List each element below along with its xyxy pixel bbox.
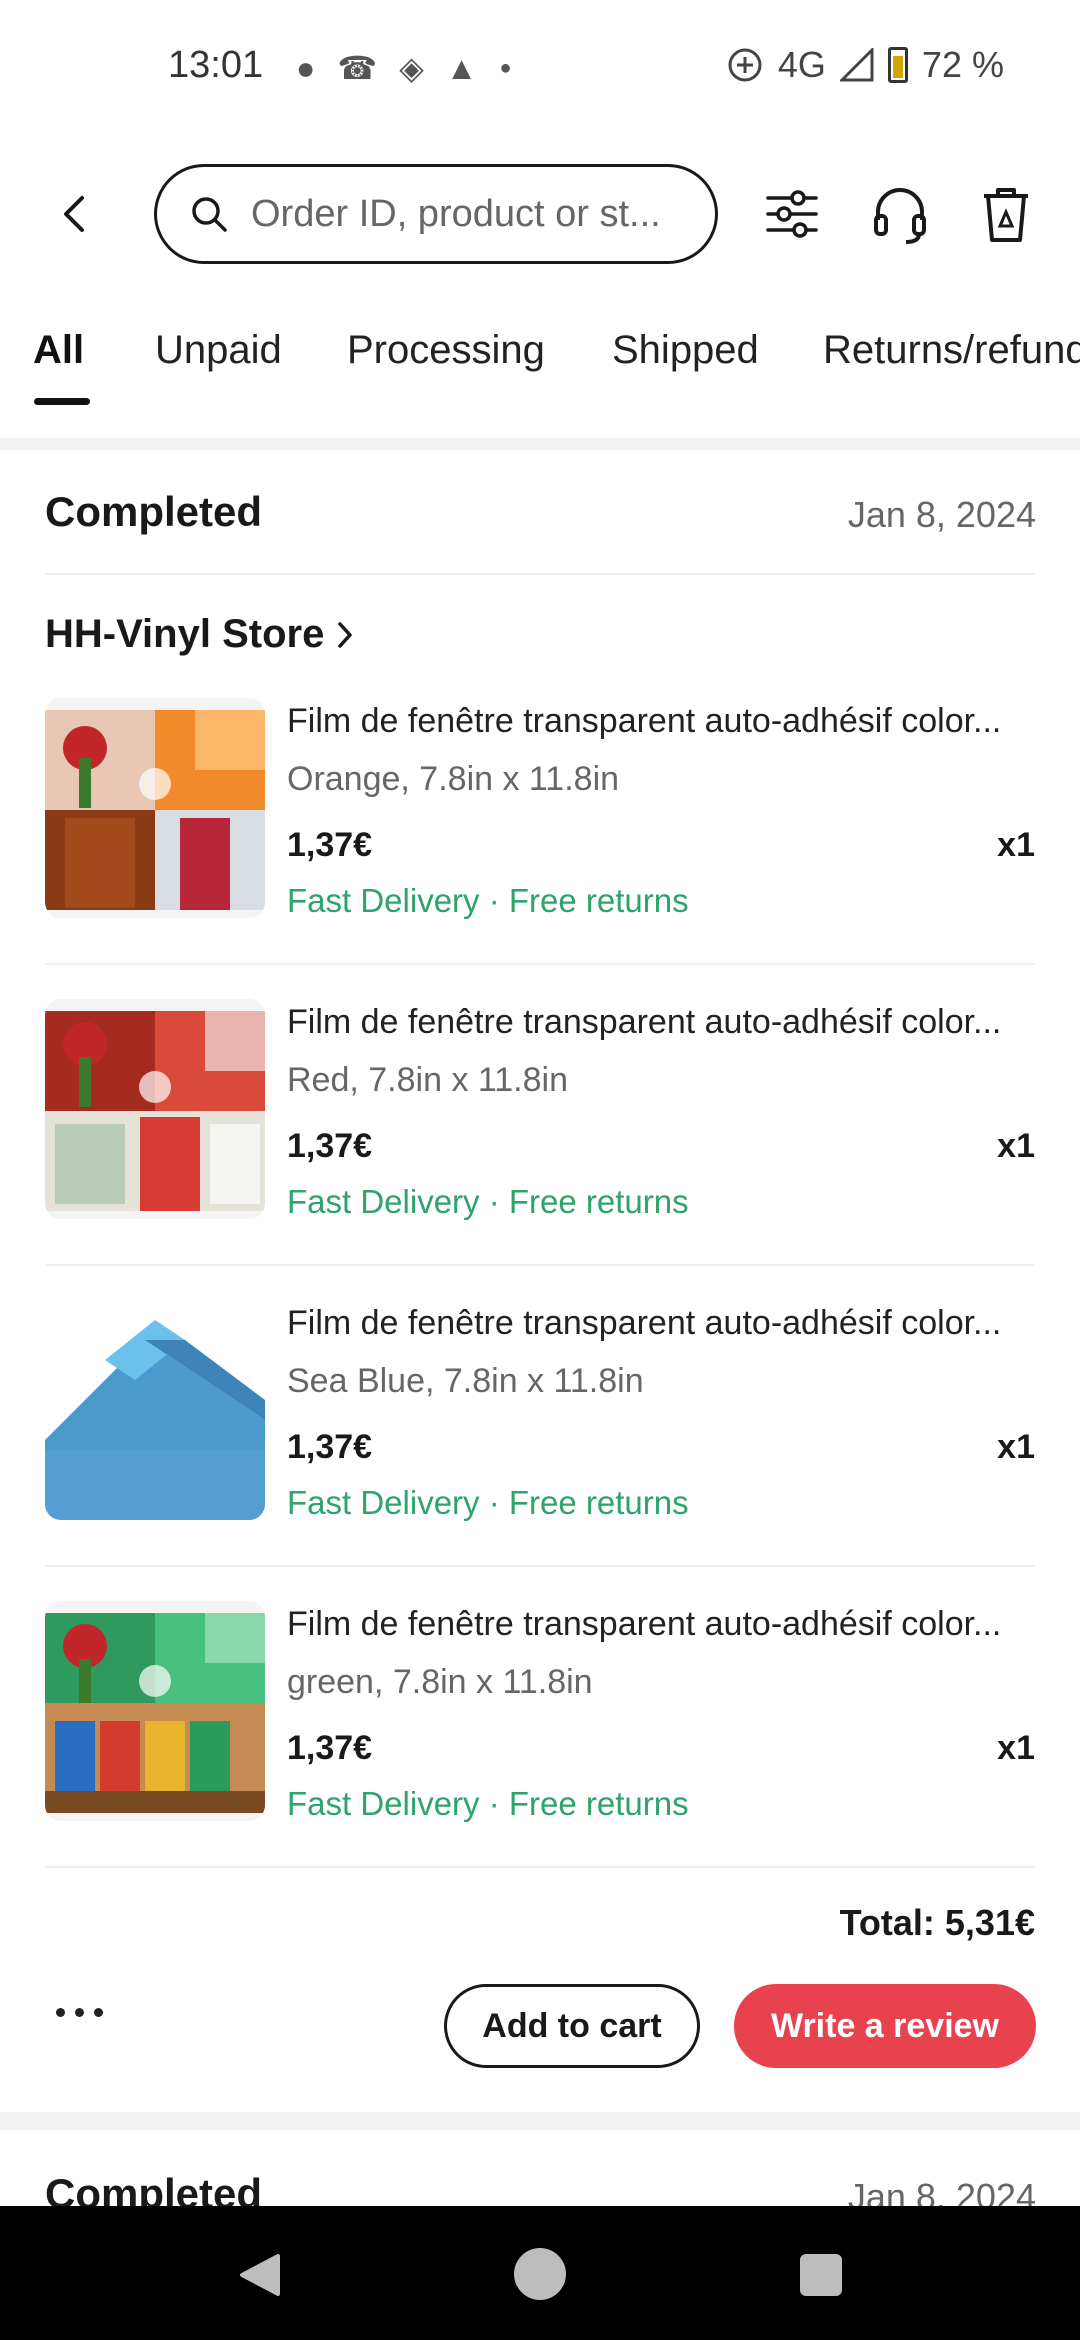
product-variant: green, 7.8in x 11.8in [287,1663,593,1701]
tab-unpaid[interactable]: Unpaid [155,328,282,373]
section-divider [0,438,1080,450]
product-variant: Sea Blue, 7.8in x 11.8in [287,1362,644,1400]
divider [45,1264,1035,1266]
tab-processing[interactable]: Processing [347,328,545,373]
order-total: Total: 5,31€ [839,1902,1035,1943]
battery-icon [887,47,908,83]
product-image [45,1601,265,1821]
nav-back-icon[interactable] [236,2252,282,2298]
product-quantity: x1 [997,1428,1035,1466]
status-right: 4G 72 % [726,44,1004,86]
chevron-left-icon [64,196,84,232]
product-price: 1,37€ [287,1127,373,1165]
delivery-info: Fast Delivery · Free returns [287,1183,689,1220]
headset-icon [874,188,926,244]
alarm-icon: ▲ [445,50,478,86]
back-button[interactable] [50,184,100,244]
search-bar[interactable]: Order ID, product or st... [154,164,718,264]
more-dot-icon [94,2007,103,2017]
add-to-cart-button[interactable]: Add to cart [444,1984,700,2068]
signal-icon [839,48,874,82]
product-image [45,698,265,918]
store-link[interactable]: HH-Vinyl Store [45,612,356,657]
order-item[interactable]: Film de fenêtre transparent auto-adhésif… [45,999,1035,1299]
section-divider [0,2112,1080,2130]
order-item[interactable]: Film de fenêtre transparent auto-adhésif… [45,1300,1035,1600]
support-button[interactable] [868,182,932,246]
product-variant: Orange, 7.8in x 11.8in [287,760,620,798]
product-title: Film de fenêtre transparent auto-adhésif… [287,702,1002,740]
write-review-button[interactable]: Write a review [734,1984,1036,2068]
nav-home-icon[interactable] [514,2248,566,2300]
product-title: Film de fenêtre transparent auto-adhésif… [287,1003,1002,1041]
delivery-info: Fast Delivery · Free returns [287,882,689,919]
divider [45,1565,1035,1567]
tab-shipped[interactable]: Shipped [612,328,759,373]
delivery-info: Fast Delivery · Free returns [287,1785,689,1822]
more-dot-icon [56,2007,65,2017]
shield-icon: ◈ [399,50,424,86]
order-date: Jan 8, 2024 [847,494,1036,535]
chat-icon: ● [296,50,316,86]
product-price: 1,37€ [287,1729,373,1767]
tab-returns-refunds[interactable]: Returns/refunds [823,328,1080,373]
system-nav-bar [0,2206,1080,2340]
product-image [45,1300,265,1520]
more-dot-icon [75,2007,84,2017]
order-status: Completed [45,488,263,535]
missed-call-icon: ☎ [337,50,378,86]
dot-icon: ● [499,57,512,79]
order-item[interactable]: Film de fenêtre transparent auto-adhésif… [45,698,1035,998]
product-quantity: x1 [997,1729,1035,1767]
battery-level: 72 % [921,44,1004,85]
delivery-info: Fast Delivery · Free returns [287,1484,689,1521]
more-options-button[interactable] [56,2000,106,2024]
product-variant: Red, 7.8in x 11.8in [287,1061,568,1099]
divider [45,963,1035,965]
product-quantity: x1 [997,1127,1035,1165]
nav-recents-icon[interactable] [800,2254,842,2296]
order-tabs: All Unpaid Processing Shipped Returns/re… [0,318,1080,408]
data-saver-icon [728,48,762,82]
product-quantity: x1 [997,826,1035,864]
product-title: Film de fenêtre transparent auto-adhésif… [287,1304,1002,1342]
product-price: 1,37€ [287,1428,373,1466]
divider [45,1866,1035,1868]
product-price: 1,37€ [287,826,373,864]
status-bar: 13:01 ● ☎ ◈ ▲ ● 4G 72 % [0,0,1080,140]
tab-all[interactable]: All [33,328,84,373]
order-item[interactable]: Film de fenêtre transparent auto-adhésif… [45,1601,1035,1901]
product-title: Film de fenêtre transparent auto-adhésif… [287,1605,1002,1643]
store-name: HH-Vinyl Store [45,612,325,656]
status-time: 13:01 [168,44,264,86]
search-icon [192,197,227,232]
product-image [45,999,265,1219]
chevron-right-icon [338,621,353,648]
divider [45,573,1035,575]
trash-icon [984,188,1028,242]
notification-icons: ● ☎ ◈ ▲ ● [296,50,512,86]
filter-button[interactable] [760,182,824,246]
search-input[interactable]: Order ID, product or st... [251,193,691,236]
recycle-bin-button[interactable] [974,182,1038,246]
header: Order ID, product or st... [0,160,1080,270]
filter-icon [766,190,818,238]
network-type: 4G [777,44,826,85]
active-tab-indicator [34,398,90,405]
